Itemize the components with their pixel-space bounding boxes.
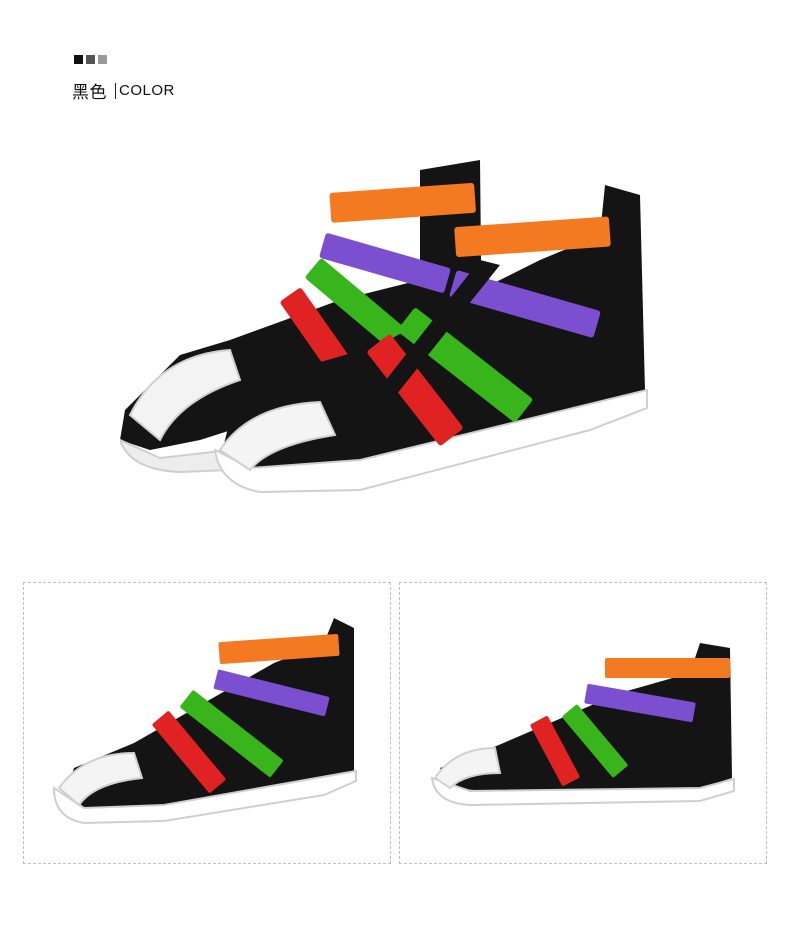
color-label-en: COLOR bbox=[119, 82, 175, 99]
detail-image-left bbox=[23, 582, 391, 864]
square-dark-gray bbox=[86, 55, 95, 64]
color-title: 黑色 COLOR bbox=[72, 78, 175, 103]
detail-image-right bbox=[399, 582, 767, 864]
square-black bbox=[74, 55, 83, 64]
color-name-cn: 黑色 bbox=[72, 83, 107, 103]
hero-sandals-image bbox=[120, 160, 648, 494]
color-indicator-squares bbox=[74, 55, 107, 64]
sandal-three-quarter-view bbox=[52, 618, 357, 825]
sandal-side-view bbox=[430, 643, 735, 807]
title-divider bbox=[115, 82, 116, 99]
square-light-gray bbox=[98, 55, 107, 64]
